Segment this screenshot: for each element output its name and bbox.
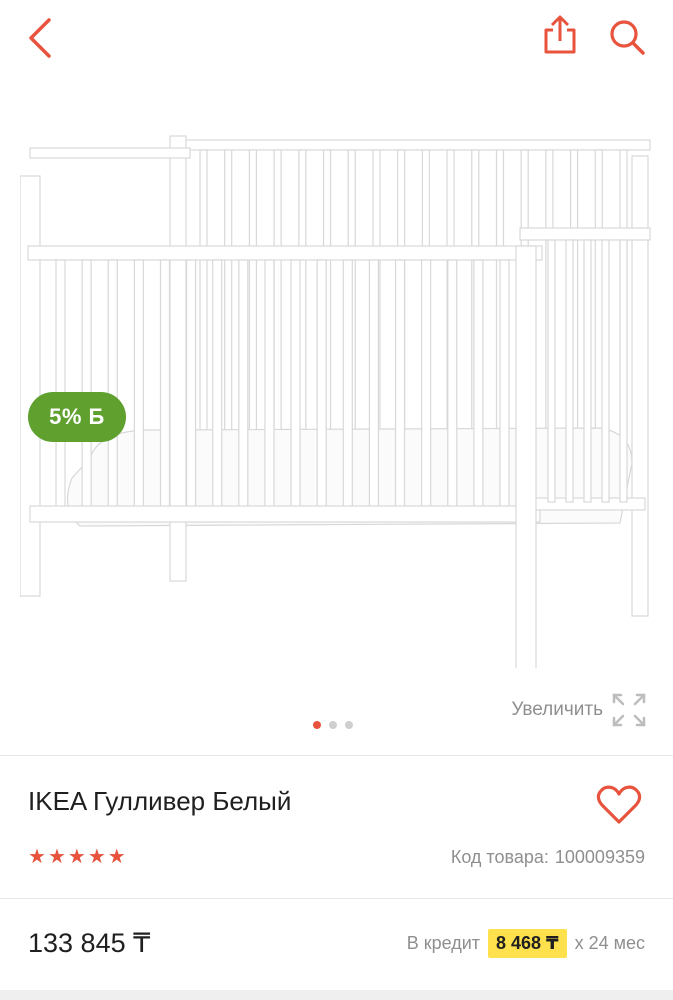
promo-badge: 5% Б xyxy=(28,392,126,442)
product-code-value: 100009359 xyxy=(554,847,645,867)
share-button[interactable] xyxy=(536,10,584,60)
pagination-dot[interactable] xyxy=(313,721,321,729)
star-icon: ★ xyxy=(107,846,126,868)
product-title: IKEA Гулливер Белый xyxy=(28,786,292,816)
star-icon: ★ xyxy=(47,846,66,868)
rating-stars: ★ ★ ★ ★ ★ xyxy=(28,847,126,867)
chevron-left-icon xyxy=(29,18,51,58)
divider xyxy=(0,755,673,756)
credit-prefix: В кредит xyxy=(406,933,480,953)
back-button[interactable] xyxy=(18,12,62,64)
bottom-strip xyxy=(0,990,673,1000)
heart-icon xyxy=(596,785,642,824)
credit-term: х 24 мес xyxy=(574,933,645,953)
search-button[interactable] xyxy=(602,12,652,62)
favorite-button[interactable] xyxy=(592,780,646,830)
expand-icon xyxy=(612,693,646,727)
star-icon: ★ xyxy=(87,846,106,868)
product-price: 133 845 ₸ xyxy=(28,928,151,958)
gallery-pagination xyxy=(313,721,353,729)
product-code-label: Код товара: xyxy=(450,847,549,867)
search-icon xyxy=(610,20,645,55)
credit-offer[interactable]: В кредит 8 468 ₸ х 24 мес xyxy=(407,929,645,958)
star-icon: ★ xyxy=(67,846,86,868)
divider xyxy=(0,898,673,899)
pagination-dot[interactable] xyxy=(345,721,353,729)
share-icon xyxy=(544,15,576,54)
pagination-dot[interactable] xyxy=(329,721,337,729)
product-code: Код товара: 100009359 xyxy=(451,847,645,868)
zoom-label: Увеличить xyxy=(511,699,603,720)
credit-amount: 8 468 ₸ xyxy=(488,929,567,958)
zoom-button[interactable]: Увеличить xyxy=(511,692,647,728)
product-gallery[interactable]: 5% Б Увеличить xyxy=(0,80,673,750)
top-bar xyxy=(0,0,673,80)
star-icon: ★ xyxy=(28,846,46,868)
